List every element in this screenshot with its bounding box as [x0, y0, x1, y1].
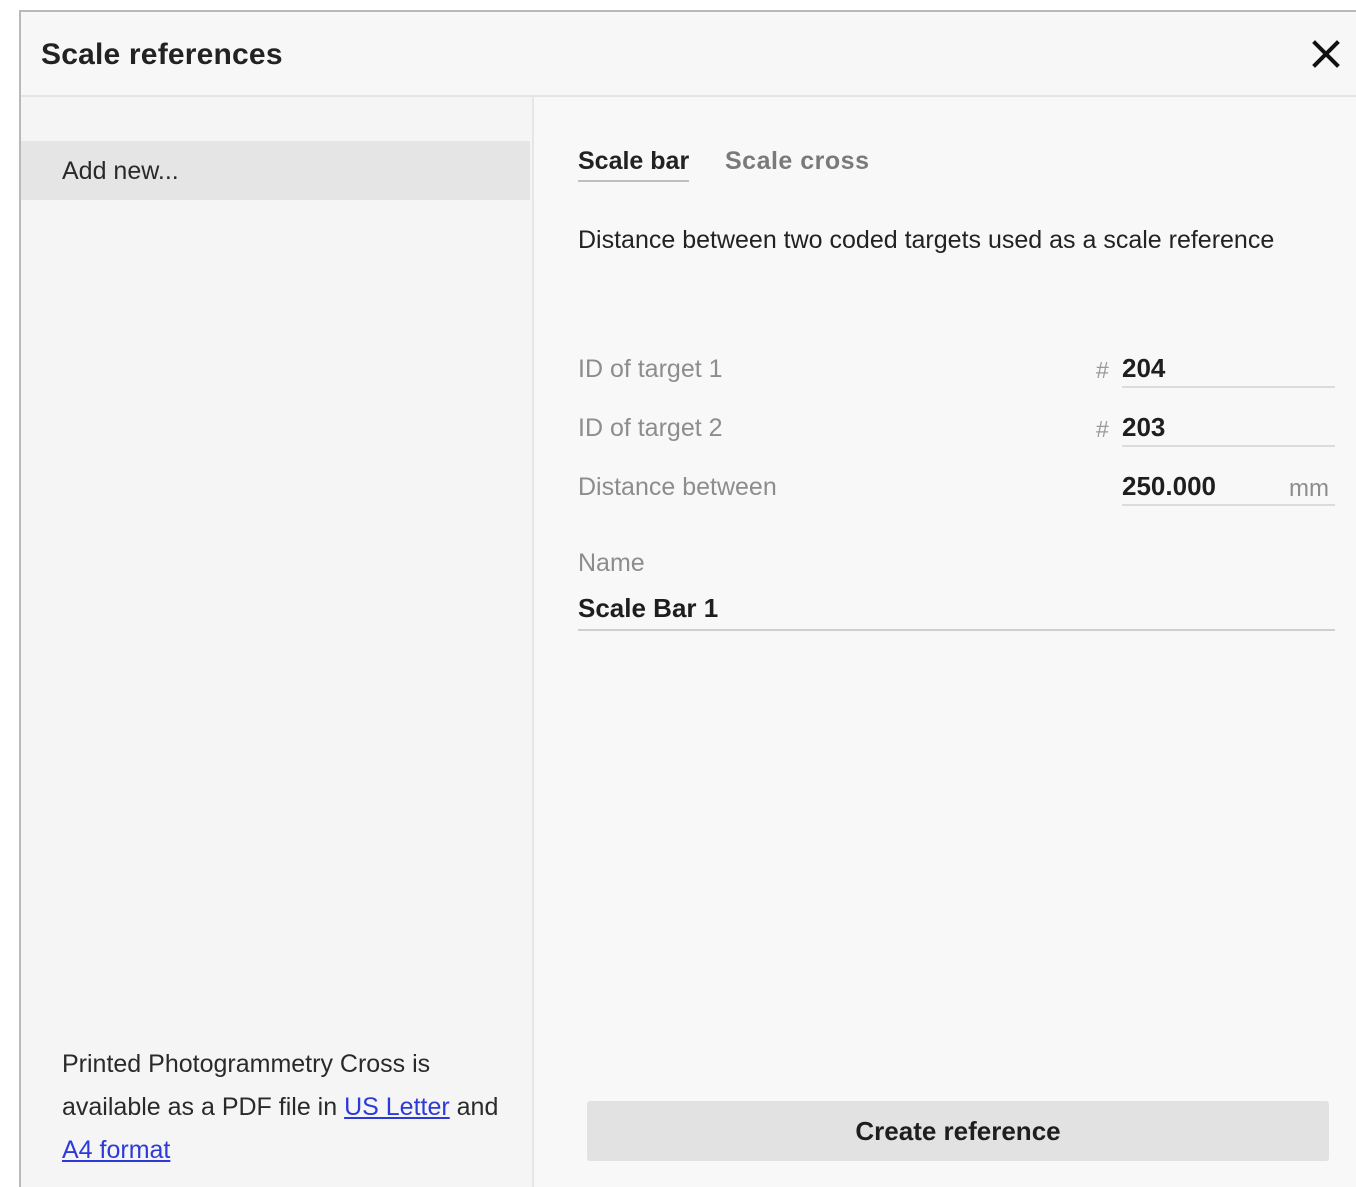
- printed-cross-info: Printed Photogrammetry Cross is availabl…: [62, 1043, 512, 1172]
- add-new-item[interactable]: Add new...: [21, 141, 530, 200]
- target1-id-input[interactable]: [1122, 350, 1335, 388]
- info-text-middle: and: [449, 1093, 499, 1121]
- name-label: Name: [578, 549, 645, 577]
- tab-scale-bar[interactable]: Scale bar: [578, 147, 690, 182]
- target2-hash-prefix: #: [1096, 416, 1109, 442]
- add-new-label: Add new...: [62, 157, 179, 185]
- dialog-title: Scale references: [41, 38, 283, 71]
- close-icon: [1312, 40, 1340, 68]
- distance-unit: mm: [1289, 475, 1329, 502]
- distance-label: Distance between: [578, 473, 777, 501]
- name-input[interactable]: [578, 587, 1335, 631]
- dialog-header: Scale references: [21, 12, 1356, 97]
- a4-format-link[interactable]: A4 format: [62, 1136, 170, 1164]
- target1-label: ID of target 1: [578, 355, 723, 383]
- reference-form-pane: Scale bar Scale cross Distance between t…: [534, 97, 1356, 1187]
- tab-scale-cross[interactable]: Scale cross: [725, 147, 870, 180]
- target1-hash-prefix: #: [1096, 357, 1109, 383]
- references-sidebar: Add new... Printed Photogrammetry Cross …: [21, 97, 532, 1187]
- target2-label: ID of target 2: [578, 414, 723, 442]
- create-reference-button[interactable]: Create reference: [587, 1101, 1329, 1161]
- target2-id-input[interactable]: [1122, 409, 1335, 447]
- form-description: Distance between two coded targets used …: [578, 226, 1275, 254]
- close-button[interactable]: [1306, 34, 1346, 74]
- scale-references-dialog: Scale references Add new... Printed Phot…: [19, 10, 1356, 1187]
- us-letter-link[interactable]: US Letter: [344, 1093, 450, 1121]
